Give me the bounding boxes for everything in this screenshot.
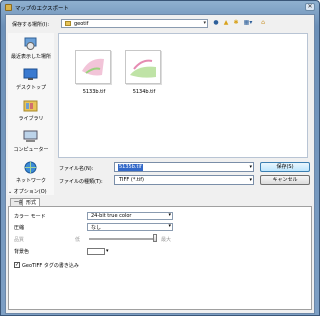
app-icon xyxy=(5,4,12,11)
place-network[interactable]: ネットワーク xyxy=(8,159,54,190)
recent-places-icon xyxy=(23,37,38,50)
file-item[interactable]: 5133b.tif xyxy=(69,36,119,112)
new-folder-icon[interactable]: ✱ xyxy=(232,18,240,27)
place-label: ライブラリ xyxy=(18,116,44,122)
filetype-label: ファイルの種類(T): xyxy=(59,179,103,185)
options-header-label: オプション(O) xyxy=(13,189,47,195)
quality-label: 品質 xyxy=(14,237,25,243)
compression-value: なし xyxy=(91,225,102,231)
options-toggle[interactable]: ⌄ オプション(O) xyxy=(8,188,47,195)
back-icon[interactable]: ● xyxy=(212,18,220,27)
quality-low-label: 低 xyxy=(75,237,81,243)
file-item[interactable]: 5134b.tif xyxy=(119,36,169,112)
bg-color-label: 背景色 xyxy=(14,249,30,255)
file-name: 5134b.tif xyxy=(132,89,156,95)
computer-icon xyxy=(23,130,38,143)
filename-value: 5135b.tif xyxy=(118,164,143,171)
title-bar: マップのエクスポート ✕ xyxy=(1,1,319,14)
quality-slider-thumb[interactable] xyxy=(153,234,157,242)
color-mode-dropdown[interactable]: 24-bit true color ▾ xyxy=(87,212,173,220)
color-mode-value: 24-bit true color xyxy=(91,213,132,219)
file-thumbnail xyxy=(125,50,161,84)
place-computer[interactable]: コンピューター xyxy=(8,128,54,159)
save-in-label: 保存する場所(I): xyxy=(12,22,50,28)
close-button[interactable]: ✕ xyxy=(305,3,315,11)
tools-icon[interactable]: ⌂ xyxy=(259,18,267,27)
save-in-value: geotif xyxy=(74,21,89,27)
place-label: ネットワーク xyxy=(15,178,46,184)
quality-high-label: 最大 xyxy=(161,237,172,243)
save-button[interactable]: 保存(S) xyxy=(260,162,310,172)
geotiff-label: GeoTIFF タグの書き込み xyxy=(22,263,79,269)
format-panel: カラー モード 24-bit true color ▾ 圧縮 なし ▾ 品質 低… xyxy=(8,206,312,310)
filename-field[interactable]: 5135b.tif ▾ xyxy=(114,162,254,172)
save-in-dropdown[interactable]: geotif ▾ xyxy=(61,19,208,28)
window-title: マップのエクスポート xyxy=(15,6,69,12)
filetype-value: TIFF (*.tif) xyxy=(119,177,144,183)
network-icon xyxy=(23,161,38,174)
chevron-down-icon: ▾ xyxy=(168,223,171,229)
folder-icon xyxy=(65,21,71,26)
place-recent[interactable]: 最近表示した場所 xyxy=(8,35,54,66)
export-map-dialog: マップのエクスポート ✕ 保存する場所(I): geotif ▾ ● ▲ ✱ ▦… xyxy=(0,0,320,316)
dialog-body: 保存する場所(I): geotif ▾ ● ▲ ✱ ▦▾ ⌂ 最近表示した場所 … xyxy=(5,14,315,314)
chevron-down-icon: ▾ xyxy=(203,20,206,26)
compression-dropdown[interactable]: なし ▾ xyxy=(87,223,173,231)
views-icon[interactable]: ▦▾ xyxy=(242,18,254,27)
bg-color-picker[interactable] xyxy=(87,248,105,255)
chevron-down-icon[interactable]: ▾ xyxy=(106,248,109,254)
place-label: デスクトップ xyxy=(15,85,46,91)
place-label: コンピューター xyxy=(13,147,49,153)
file-list[interactable]: 5133b.tif 5134b.tif xyxy=(58,33,308,158)
geotiff-checkbox[interactable]: ✓ xyxy=(14,262,20,268)
place-label: 最近表示した場所 xyxy=(10,54,51,60)
file-name: 5133b.tif xyxy=(82,89,106,95)
chevron-down-icon: ▾ xyxy=(249,177,252,183)
color-mode-label: カラー モード xyxy=(14,214,46,220)
desktop-icon xyxy=(23,68,38,81)
file-thumbnail xyxy=(75,50,111,84)
chevron-down-icon: ▾ xyxy=(168,212,171,218)
filetype-dropdown[interactable]: TIFF (*.tif) ▾ xyxy=(114,175,254,185)
places-bar: 最近表示した場所 デスクトップ ライブラリ コンピューター ネットワーク xyxy=(8,33,54,195)
libraries-icon xyxy=(23,99,38,112)
compression-label: 圧縮 xyxy=(14,225,25,231)
filename-label: ファイル名(N): xyxy=(59,166,94,172)
cancel-button[interactable]: キャンセル xyxy=(260,175,310,185)
chevron-down-icon[interactable]: ▾ xyxy=(249,164,252,170)
quality-slider-track[interactable] xyxy=(89,238,155,240)
place-libraries[interactable]: ライブラリ xyxy=(8,97,54,128)
up-folder-icon[interactable]: ▲ xyxy=(222,18,230,27)
place-desktop[interactable]: デスクトップ xyxy=(8,66,54,97)
